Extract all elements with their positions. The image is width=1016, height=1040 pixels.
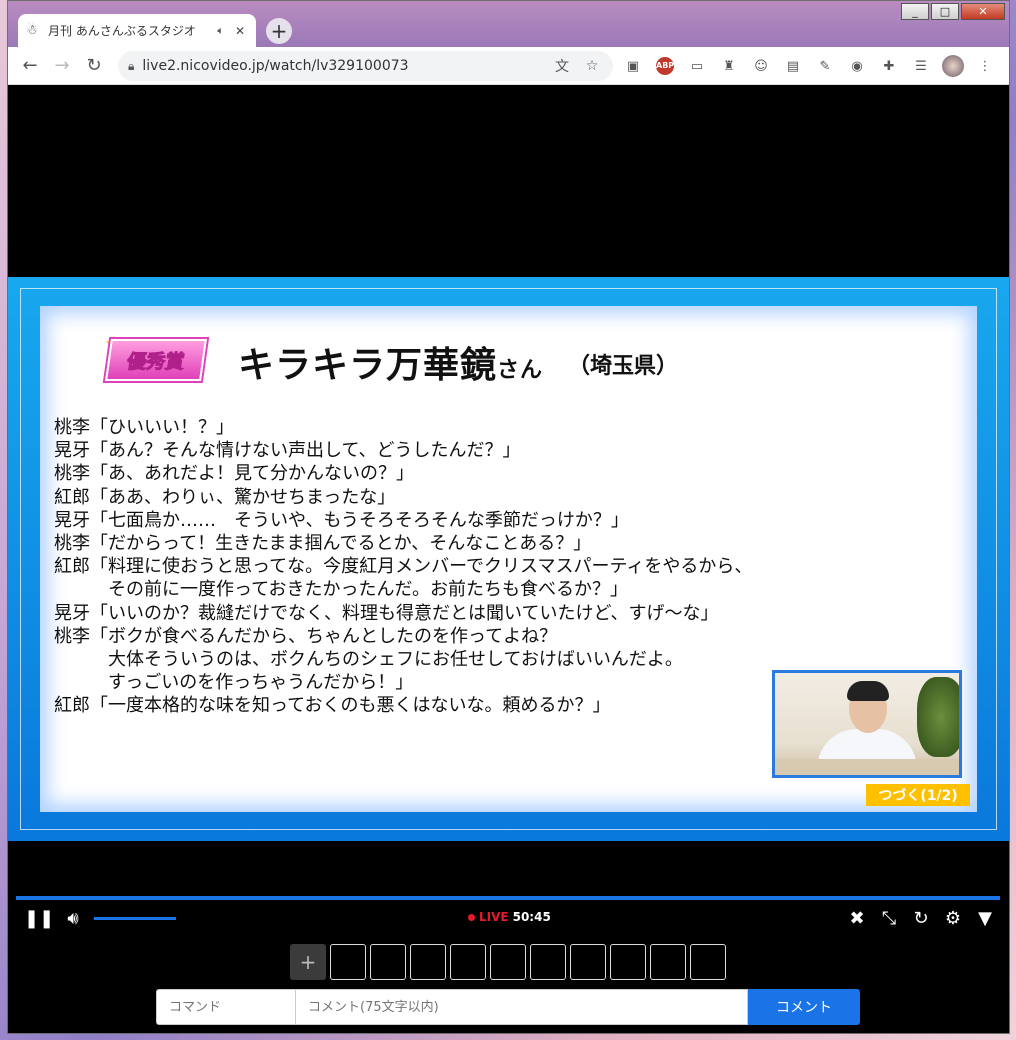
cast-icon[interactable]: ▤ [780, 54, 806, 78]
browser-toolbar: ← → ↻ 🔒︎ live2.nicovideo.jp/watch/lv3291… [8, 47, 1009, 85]
comment-submit-button[interactable]: コメント [748, 989, 860, 1025]
command-input[interactable] [156, 989, 296, 1025]
script-line: 桃李「あ、あれだよ！見て分かんないの？」 [54, 463, 414, 485]
continue-badge: つづく(1/2) [866, 784, 970, 806]
reload-icon[interactable]: ↻ [78, 55, 110, 76]
plant-image [917, 677, 959, 757]
database-icon[interactable]: ◉ [844, 54, 870, 78]
video-player[interactable]: ★ 優秀賞 キラキラ万華鏡さん （埼玉県） 桃李「ひいいい！？」 晃牙「あん？そ… [8, 86, 1009, 896]
slide-card: ★ 優秀賞 キラキラ万華鏡さん （埼玉県） 桃李「ひいいい！？」 晃牙「あん？そ… [40, 306, 977, 812]
script-line: 晃牙「いいのか？裁縫だけでなく、料理も得意だとは聞いていたけど、すげ～な」 [54, 602, 719, 624]
minimize-button[interactable]: _ [901, 3, 929, 20]
winner-name-text: キラキラ万華鏡 [238, 345, 498, 386]
dropdown-triangle-icon[interactable]: ▼ [972, 906, 998, 932]
script-line: 大体そういうのは、ボクんちのシェフにお任せしておけばいいんだよ。 [54, 649, 683, 671]
winner-name: キラキラ万華鏡さん [238, 336, 543, 388]
settings-gear-icon[interactable]: ⚙ [940, 906, 966, 932]
live-indicator: LIVE 50:45 [468, 910, 551, 924]
gift-slot[interactable] [490, 944, 526, 980]
script-line: すっごいのを作っちゃうんだから！」 [54, 672, 414, 694]
winner-honorific: さん [497, 358, 544, 383]
maximize-button[interactable]: □ [931, 3, 959, 20]
gift-slot[interactable] [610, 944, 646, 980]
new-tab-button[interactable]: + [266, 18, 292, 44]
adblock-icon[interactable]: ABP [652, 54, 678, 78]
script-line: 紅郎「ああ、わりぃ、驚かせちまったな」 [54, 486, 396, 508]
tab-title: 月刊 あんさんぶるスタジオ [48, 24, 196, 38]
back-icon[interactable]: ← [14, 55, 46, 76]
volume-slider[interactable] [94, 917, 176, 920]
url-text[interactable]: live2.nicovideo.jp/watch/lv329100073 [142, 58, 543, 74]
translate-icon[interactable]: 文 [551, 56, 573, 76]
extensions-bar: ▣ ABP ▭ ♜ ☺ ▤ ✎ ◉ ✚ ☰ ⋮ [620, 54, 998, 78]
script-line: 晃牙「あん？そんな情けない声出して、どうしたんだ？」 [54, 440, 521, 462]
broadcast-slide: ★ 優秀賞 キラキラ万華鏡さん （埼玉県） 桃李「ひいいい！？」 晃牙「あん？そ… [8, 277, 1009, 841]
ticket-icon[interactable]: ▭ [684, 54, 710, 78]
script-line: 桃李「ボクが食べるんだから、ちゃんとしたのを作ってよね？ [54, 625, 558, 647]
profile-avatar[interactable] [940, 54, 966, 78]
pause-icon[interactable]: ❚❚ [24, 906, 54, 932]
tab-active[interactable]: ☃ 月刊 あんさんぶるスタジオ 🔈︎ ✕ [18, 14, 256, 47]
playlist-icon[interactable]: ☰ [908, 54, 934, 78]
script-line: 晃牙「七面鳥か…… そういや、もうそろそろそんな季節だっけか？」 [54, 509, 629, 531]
gift-slot[interactable] [690, 944, 726, 980]
browser-window: ☃ 月刊 あんさんぶるスタジオ 🔈︎ ✕ + _ □ ✕ ← → ↻ 🔒︎ li… [7, 0, 1010, 1034]
gift-slot[interactable] [570, 944, 606, 980]
add-gift-button[interactable]: + [290, 944, 326, 980]
speaker-icon[interactable]: 🔈︎ [217, 24, 224, 38]
volume-icon[interactable]: 🔊︎ [60, 906, 86, 932]
tab-close-button[interactable]: ✕ [232, 24, 248, 38]
script-text: 桃李「ひいいい！？」 晃牙「あん？そんな情けない声出して、どうしたんだ？」 桃李… [54, 416, 794, 718]
comment-bar: コメント [156, 989, 860, 1025]
webcam-inset [772, 670, 962, 778]
puzzle-icon[interactable]: ✚ [876, 54, 902, 78]
reader-icon[interactable]: ▣ [620, 54, 646, 78]
script-line: その前に一度作っておきたかったんだ。お前たちも食べるか？」 [54, 579, 629, 601]
lock-icon[interactable]: 🔒︎ [128, 59, 134, 74]
reload-stream-icon[interactable]: ↻ [908, 906, 934, 932]
gift-slot[interactable] [330, 944, 366, 980]
niconico-favicon-icon: ☃ [26, 22, 38, 38]
minimize-player-icon[interactable]: ⤡ [876, 906, 902, 932]
live-label: LIVE [479, 910, 509, 924]
script-line: 桃李「だからって！生きたまま掴んでるとか、そんなことある？」 [54, 533, 592, 555]
script-line: 紅郎「料理に使おうと思ってな。今度紅月メンバーでクリスマスパーティをやるから、 [54, 556, 753, 578]
comment-input[interactable] [296, 989, 748, 1025]
seek-bar[interactable] [16, 896, 1000, 900]
gift-slot[interactable] [450, 944, 486, 980]
elapsed-time: 50:45 [512, 910, 551, 924]
forward-icon[interactable]: → [46, 55, 78, 76]
comment-toggle-icon[interactable]: ✖ [844, 906, 870, 932]
desk [775, 759, 959, 775]
feather-icon[interactable]: ✎ [812, 54, 838, 78]
script-line: 桃李「ひいいい！？」 [54, 417, 234, 438]
presenter-hair [847, 681, 889, 701]
gift-slot[interactable] [530, 944, 566, 980]
player-controls: ❚❚ 🔊︎ LIVE 50:45 ✖ ⤡ ↻ ⚙ ▼ [8, 902, 1009, 936]
menu-kebab-icon[interactable]: ⋮ [972, 54, 998, 78]
address-bar[interactable]: 🔒︎ live2.nicovideo.jp/watch/lv329100073 … [118, 51, 613, 81]
gift-slots: + [290, 944, 726, 980]
close-window-button[interactable]: ✕ [961, 3, 1005, 20]
title-bar: ☃ 月刊 あんさんぶるスタジオ 🔈︎ ✕ + _ □ ✕ [8, 1, 1009, 47]
live-dot-icon [468, 913, 475, 921]
gift-slot[interactable] [650, 944, 686, 980]
gift-slot[interactable] [370, 944, 406, 980]
hat-icon[interactable]: ♜ [716, 54, 742, 78]
award-badge: 優秀賞 [105, 339, 207, 381]
face-icon[interactable]: ☺ [748, 54, 774, 78]
winner-prefecture: （埼玉県） [568, 354, 679, 379]
star-icon[interactable]: ☆ [581, 58, 603, 74]
script-line: 紅郎「一度本格的な味を知っておくのも悪くはないな。頼めるか？」 [54, 695, 611, 717]
gift-slot[interactable] [410, 944, 446, 980]
window-controls: _ □ ✕ [901, 3, 1005, 20]
